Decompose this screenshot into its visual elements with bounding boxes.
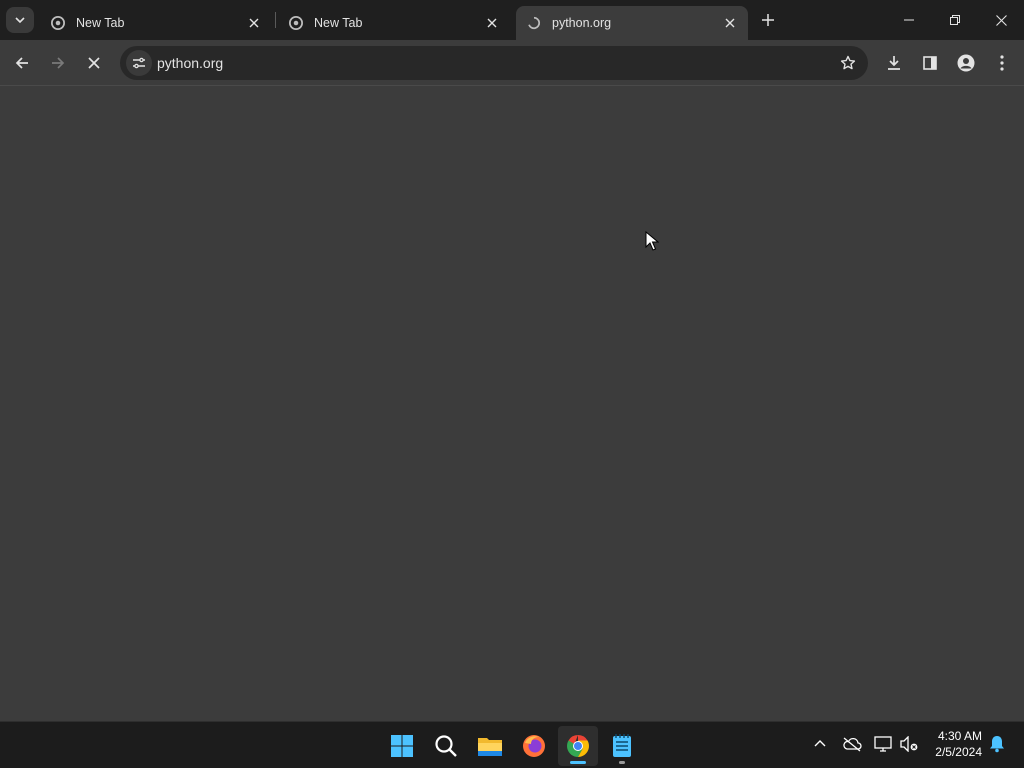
- onedrive-tray-button[interactable]: [840, 732, 864, 756]
- back-button[interactable]: [6, 47, 38, 79]
- bookmark-star-button[interactable]: [836, 51, 860, 75]
- close-icon: [88, 57, 100, 69]
- taskbar-clock[interactable]: 4:30 AM 2/5/2024: [935, 728, 982, 760]
- tab-strip: New Tab New Tab python.org: [0, 0, 1024, 40]
- arrow-right-icon: [52, 57, 65, 69]
- more-vert-icon: [1000, 55, 1004, 71]
- running-app-indicator: [619, 761, 625, 764]
- clock-date: 2/5/2024: [935, 745, 982, 759]
- star-icon: [840, 55, 856, 70]
- tune-icon: [133, 57, 145, 69]
- bell-icon: [990, 736, 1004, 753]
- plus-icon: [762, 14, 774, 26]
- chrome-icon: [567, 735, 589, 757]
- tab-title: New Tab: [314, 16, 363, 30]
- minimize-button[interactable]: [886, 0, 932, 40]
- volume-muted-icon: [900, 736, 918, 752]
- start-button[interactable]: [382, 726, 422, 766]
- notepad-icon: [613, 734, 631, 757]
- notifications-button[interactable]: [985, 732, 1009, 756]
- forward-button[interactable]: [42, 47, 74, 79]
- restore-icon: [950, 15, 960, 25]
- firefox-icon: [523, 735, 545, 757]
- download-icon: [888, 56, 900, 70]
- search-icon: [435, 735, 457, 757]
- minimize-icon: [904, 19, 914, 21]
- volume-tray-button[interactable]: [898, 732, 922, 756]
- tab-python-org[interactable]: python.org: [516, 6, 748, 40]
- tab-divider: [275, 12, 276, 28]
- stop-loading-button[interactable]: [78, 47, 110, 79]
- show-hidden-icons-button[interactable]: [808, 732, 832, 756]
- downloads-button[interactable]: [878, 47, 910, 79]
- taskbar-search-button[interactable]: [426, 726, 466, 766]
- url-text[interactable]: python.org: [157, 55, 223, 71]
- windows-logo-icon: [391, 735, 413, 757]
- close-tab-icon[interactable]: [484, 15, 500, 31]
- cloud-off-icon: [843, 737, 862, 752]
- close-tab-icon[interactable]: [722, 15, 738, 31]
- tab-title: New Tab: [76, 16, 125, 30]
- tab-new-tab-2[interactable]: New Tab: [278, 6, 510, 40]
- chrome-icon: [50, 15, 66, 31]
- file-explorer-button[interactable]: [470, 726, 510, 766]
- network-tray-button[interactable]: [872, 732, 896, 756]
- tab-new-tab-1[interactable]: New Tab: [40, 6, 272, 40]
- loading-icon: [526, 15, 542, 31]
- chevron-up-icon: [814, 740, 826, 747]
- browser-toolbar: python.org: [0, 40, 1024, 86]
- address-bar[interactable]: python.org: [120, 46, 868, 80]
- network-icon: [874, 736, 892, 752]
- clock-time: 4:30 AM: [937, 729, 982, 743]
- active-app-indicator: [570, 761, 586, 764]
- side-panel-button[interactable]: [914, 47, 946, 79]
- chrome-taskbar-button[interactable]: [558, 726, 598, 766]
- taskbar: 4:30 AM 2/5/2024: [0, 721, 1024, 768]
- tab-search-button[interactable]: [6, 7, 34, 33]
- close-tab-icon[interactable]: [246, 15, 262, 31]
- notepad-button[interactable]: [602, 726, 642, 766]
- folder-icon: [478, 738, 502, 756]
- page-content[interactable]: [0, 86, 1024, 721]
- new-tab-button[interactable]: [756, 8, 780, 32]
- close-icon: [995, 14, 1007, 26]
- menu-button[interactable]: [986, 47, 1018, 79]
- side-panel-icon: [923, 56, 937, 70]
- mouse-cursor-icon: [645, 230, 660, 256]
- profile-button[interactable]: [950, 47, 982, 79]
- chevron-down-icon: [15, 17, 25, 24]
- firefox-button[interactable]: [514, 726, 554, 766]
- restore-button[interactable]: [932, 0, 978, 40]
- tab-title: python.org: [552, 16, 612, 30]
- close-window-button[interactable]: [978, 0, 1024, 40]
- arrow-left-icon: [15, 57, 28, 69]
- profile-icon: [957, 54, 975, 72]
- site-info-button[interactable]: [126, 50, 152, 76]
- chrome-icon: [288, 15, 304, 31]
